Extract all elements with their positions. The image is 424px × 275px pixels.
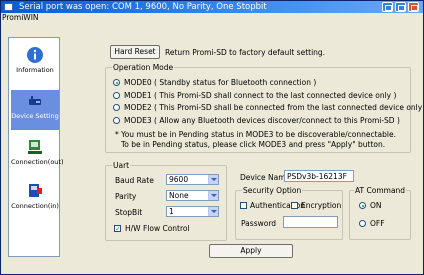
menu-promiwin[interactable]: PromiWIN [2, 13, 39, 22]
chevron-down-icon[interactable] [208, 175, 218, 184]
mode2-radio[interactable] [113, 104, 120, 111]
chevron-down-icon[interactable] [208, 207, 218, 216]
mode1-radio[interactable] [113, 92, 120, 99]
maximize-button[interactable] [395, 2, 406, 12]
minimize-button[interactable] [382, 2, 393, 12]
menu-bar: PromiWIN [1, 13, 423, 22]
sidebar-item-information[interactable]: Information [11, 44, 59, 84]
baud-rate-label: Baud Rate [115, 176, 154, 185]
mode1-label[interactable]: MODE1 ( This Promi-SD shall connect to t… [124, 91, 396, 100]
at-command-on-radio[interactable] [359, 202, 366, 209]
uart-title: Uart [112, 161, 131, 170]
mode3-note-1: * You must be in Pending status in MODE3… [115, 130, 396, 139]
sidebar-item-label: Connection(out) [11, 158, 64, 166]
parity-select[interactable]: None [166, 190, 219, 201]
sidebar-item-label: Connection(in) [11, 202, 59, 210]
at-command-off-radio[interactable] [359, 220, 366, 227]
password-input[interactable] [283, 216, 338, 228]
at-command-group: AT Command [349, 186, 411, 240]
title-bar[interactable]: Serial port was open: COM 1, 9600, No Pa… [1, 1, 423, 13]
at-command-off-label[interactable]: OFF [370, 219, 385, 228]
apply-button[interactable]: Apply [209, 244, 293, 258]
security-option-title: Security Option [242, 186, 303, 195]
parity-label: Parity [115, 192, 137, 201]
baud-rate-select[interactable]: 9600 [166, 174, 219, 185]
authentication-checkbox[interactable] [240, 202, 247, 209]
sidebar-item-connection-out[interactable]: Connection(out) [11, 136, 64, 176]
flow-control-label[interactable]: H/W Flow Control [125, 224, 190, 233]
password-label: Password [241, 219, 277, 228]
connection-out-icon [28, 140, 42, 154]
stopbit-label: StopBit [115, 208, 143, 217]
sidebar-item-connection-in[interactable]: Connection(in) [11, 180, 59, 220]
at-command-title: AT Command [354, 186, 407, 195]
device-name-label: Device Name [240, 173, 291, 182]
sidebar-item-device-setting[interactable]: Device Setting [11, 90, 59, 130]
mode3-radio[interactable] [113, 117, 120, 124]
sidebar-item-label: Information [16, 66, 54, 74]
encryption-checkbox[interactable] [291, 202, 298, 209]
connection-in-icon [29, 184, 42, 197]
mode3-label[interactable]: MODE3 ( Allow any Bluetooth devices disc… [124, 116, 400, 125]
baud-rate-value: 9600 [169, 175, 189, 184]
app-icon [4, 3, 13, 11]
info-icon [27, 47, 43, 63]
encryption-label[interactable]: Encryption [301, 201, 341, 210]
parity-value: None [169, 191, 189, 200]
mode0-label[interactable]: MODE0 ( Standby status for Bluetooth con… [124, 78, 316, 87]
flow-control-checkbox[interactable]: ✓ [114, 225, 121, 233]
window-title: Serial port was open: COM 1, 9600, No Pa… [19, 2, 267, 12]
hard-reset-description: Return Promi-SD to factory default setti… [165, 48, 326, 57]
device-name-input[interactable]: PSDv3b-16213F [284, 170, 354, 182]
mode0-radio[interactable] [113, 79, 120, 86]
chevron-down-icon[interactable] [208, 191, 218, 200]
operation-mode-title: Operation Mode [112, 63, 175, 72]
at-command-on-label[interactable]: ON [370, 201, 382, 210]
stopbit-value: 1 [169, 207, 174, 216]
security-option-group: Security Option [235, 186, 343, 240]
device-setting-icon [29, 96, 41, 105]
sidebar: Information Device Setting Connection(ou… [8, 37, 64, 257]
stopbit-select[interactable]: 1 [166, 206, 219, 217]
main-window: Serial port was open: COM 1, 9600, No Pa… [0, 0, 424, 275]
sidebar-item-label: Device Setting [11, 112, 59, 120]
mode3-note-2: To be in Pending status, please click MO… [121, 140, 386, 149]
hard-reset-button[interactable]: Hard Reset [110, 45, 160, 59]
mode2-label[interactable]: MODE2 ( This Promi-SD shall be connected… [124, 103, 424, 112]
close-button[interactable] [408, 2, 419, 12]
